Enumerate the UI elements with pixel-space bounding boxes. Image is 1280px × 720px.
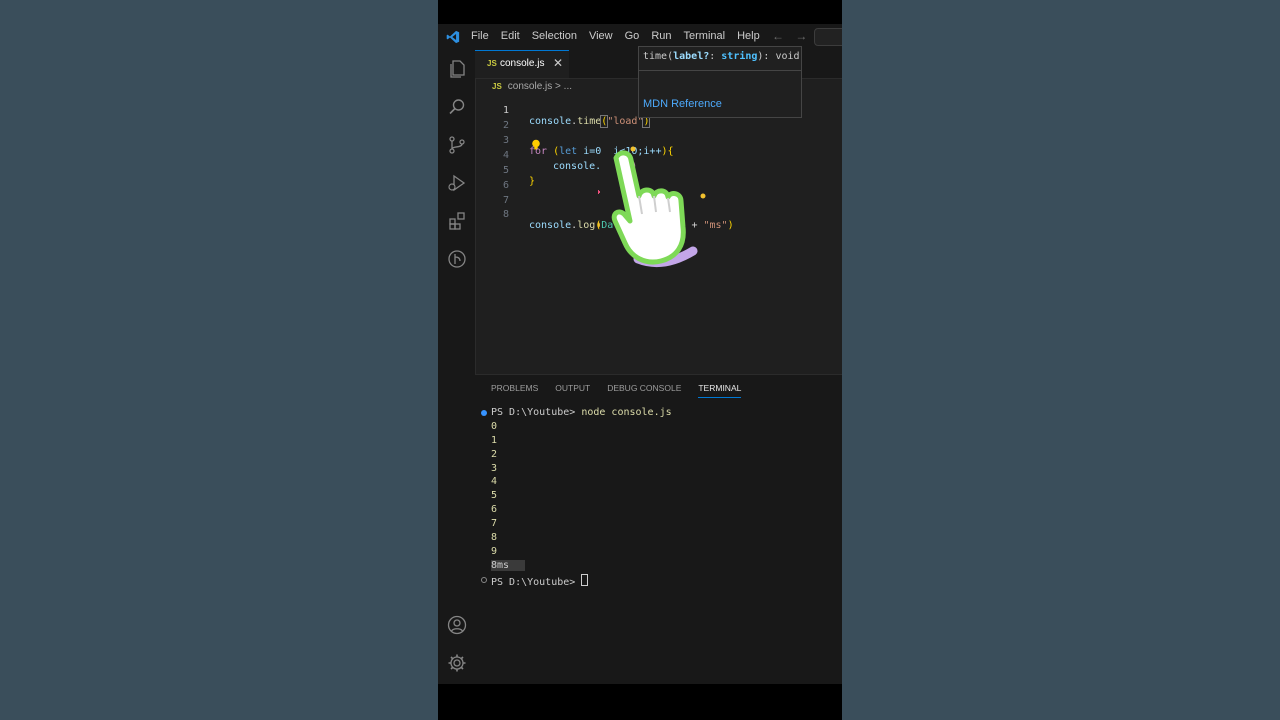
menu-bar: File Edit Selection View Go Run Terminal… [471, 30, 772, 42]
terminal-output-line: 7 [491, 518, 498, 530]
tab-label: console.js [500, 58, 545, 69]
terminal-output-line: 8 [491, 532, 498, 544]
tab-problems[interactable]: PROBLEMS [491, 383, 538, 398]
terminal-output-line: 3 [491, 462, 498, 474]
account-icon[interactable] [446, 614, 468, 636]
command-success-dot-icon [481, 410, 487, 416]
breadcrumb-file[interactable]: console.js [508, 81, 552, 92]
extensions-icon[interactable] [446, 210, 468, 232]
tab-output[interactable]: OUTPUT [555, 383, 590, 398]
terminal-output-line: 8ms [491, 559, 672, 574]
javascript-file-icon: JS [487, 59, 497, 68]
pointing-hand-icon [598, 146, 706, 268]
video-frame: File Edit Selection View Go Run Terminal… [438, 0, 842, 720]
terminal-output-line: 4 [491, 476, 498, 488]
activity-bar [438, 50, 476, 684]
terminal-output-line: 9 [491, 545, 498, 557]
menu-view[interactable]: View [589, 30, 613, 42]
menu-file[interactable]: File [471, 30, 489, 42]
git-graph-icon[interactable] [446, 248, 468, 270]
terminal-output-line: 5 [491, 490, 498, 502]
vscode-logo-icon [446, 30, 460, 44]
menu-edit[interactable]: Edit [501, 30, 520, 42]
terminal-line: PS D:\Youtube> node console.js [481, 407, 672, 421]
line-number: 8 [502, 209, 509, 220]
terminal-output-line: 0 [491, 420, 498, 432]
vscode-window: File Edit Selection View Go Run Terminal… [438, 24, 842, 684]
javascript-file-icon: JS [492, 82, 502, 91]
back-arrow-icon[interactable]: ← [772, 29, 784, 43]
mdn-reference-link[interactable]: MDN Reference [643, 98, 722, 110]
menu-terminal[interactable]: Terminal [684, 30, 726, 42]
bottom-panel: PROBLEMS OUTPUT DEBUG CONSOLE TERMINAL P… [475, 374, 842, 684]
terminal-output-line: 2 [491, 448, 498, 460]
function-signature: time(label?: string): void [643, 51, 800, 62]
settings-gear-icon[interactable] [446, 652, 468, 674]
terminal-cursor [581, 573, 589, 586]
nav-arrows: ← → [772, 29, 815, 43]
panel-tabs: PROBLEMS OUTPUT DEBUG CONSOLE TERMINAL [491, 383, 758, 398]
terminal-output-line: 6 [491, 504, 498, 516]
terminal-line: PS D:\Youtube> [481, 573, 672, 588]
background-left [0, 0, 438, 720]
terminal-output-line: 1 [491, 434, 498, 446]
breadcrumb-separator: > [555, 81, 561, 92]
menu-go[interactable]: Go [625, 30, 640, 42]
background-right [842, 0, 1280, 720]
tooltip-divider [639, 70, 801, 71]
hover-tooltip: time(label?: string): void MDN Reference [638, 46, 802, 118]
code-line: 3 for (let i=0 i<10;i++){ [475, 124, 842, 157]
forward-arrow-icon[interactable]: → [795, 29, 807, 43]
menu-help[interactable]: Help [737, 30, 760, 42]
source-control-icon[interactable] [446, 134, 468, 156]
tab-debug-console[interactable]: DEBUG CONSOLE [607, 383, 681, 398]
timing-output: 8ms [491, 559, 526, 571]
tab-console-js[interactable]: JS console.js ✕ [475, 50, 569, 78]
terminal[interactable]: PS D:\Youtube> node console.js 0 1 2 3 4… [481, 407, 672, 588]
run-debug-icon[interactable] [446, 172, 468, 194]
search-icon[interactable] [446, 96, 468, 118]
menu-run[interactable]: Run [651, 30, 671, 42]
close-icon[interactable]: ✕ [553, 56, 563, 70]
explorer-icon[interactable] [446, 58, 468, 80]
tab-terminal[interactable]: TERMINAL [698, 383, 742, 398]
breadcrumb-more[interactable]: ... [564, 81, 572, 92]
command-center-search[interactable] [814, 28, 842, 46]
command-pending-dot-icon [481, 576, 487, 583]
breadcrumb: JS console.js > ... [492, 81, 572, 92]
menu-selection[interactable]: Selection [532, 30, 577, 42]
